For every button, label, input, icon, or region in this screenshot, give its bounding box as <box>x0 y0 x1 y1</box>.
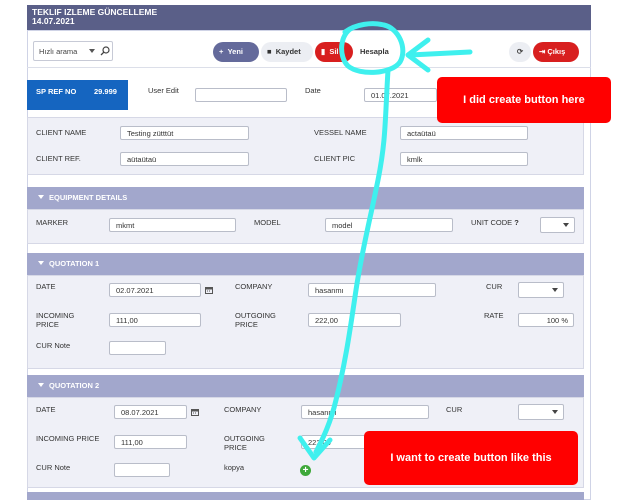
annotation-overlay <box>297 21 473 461</box>
down-arrow-head <box>297 435 333 461</box>
callout-top: I did create button here <box>437 77 611 123</box>
callout-bottom: I want to create button like this <box>364 431 578 485</box>
left-arrow-shaft <box>407 49 473 58</box>
highlight-circle <box>339 21 406 75</box>
connector-line <box>313 67 391 455</box>
